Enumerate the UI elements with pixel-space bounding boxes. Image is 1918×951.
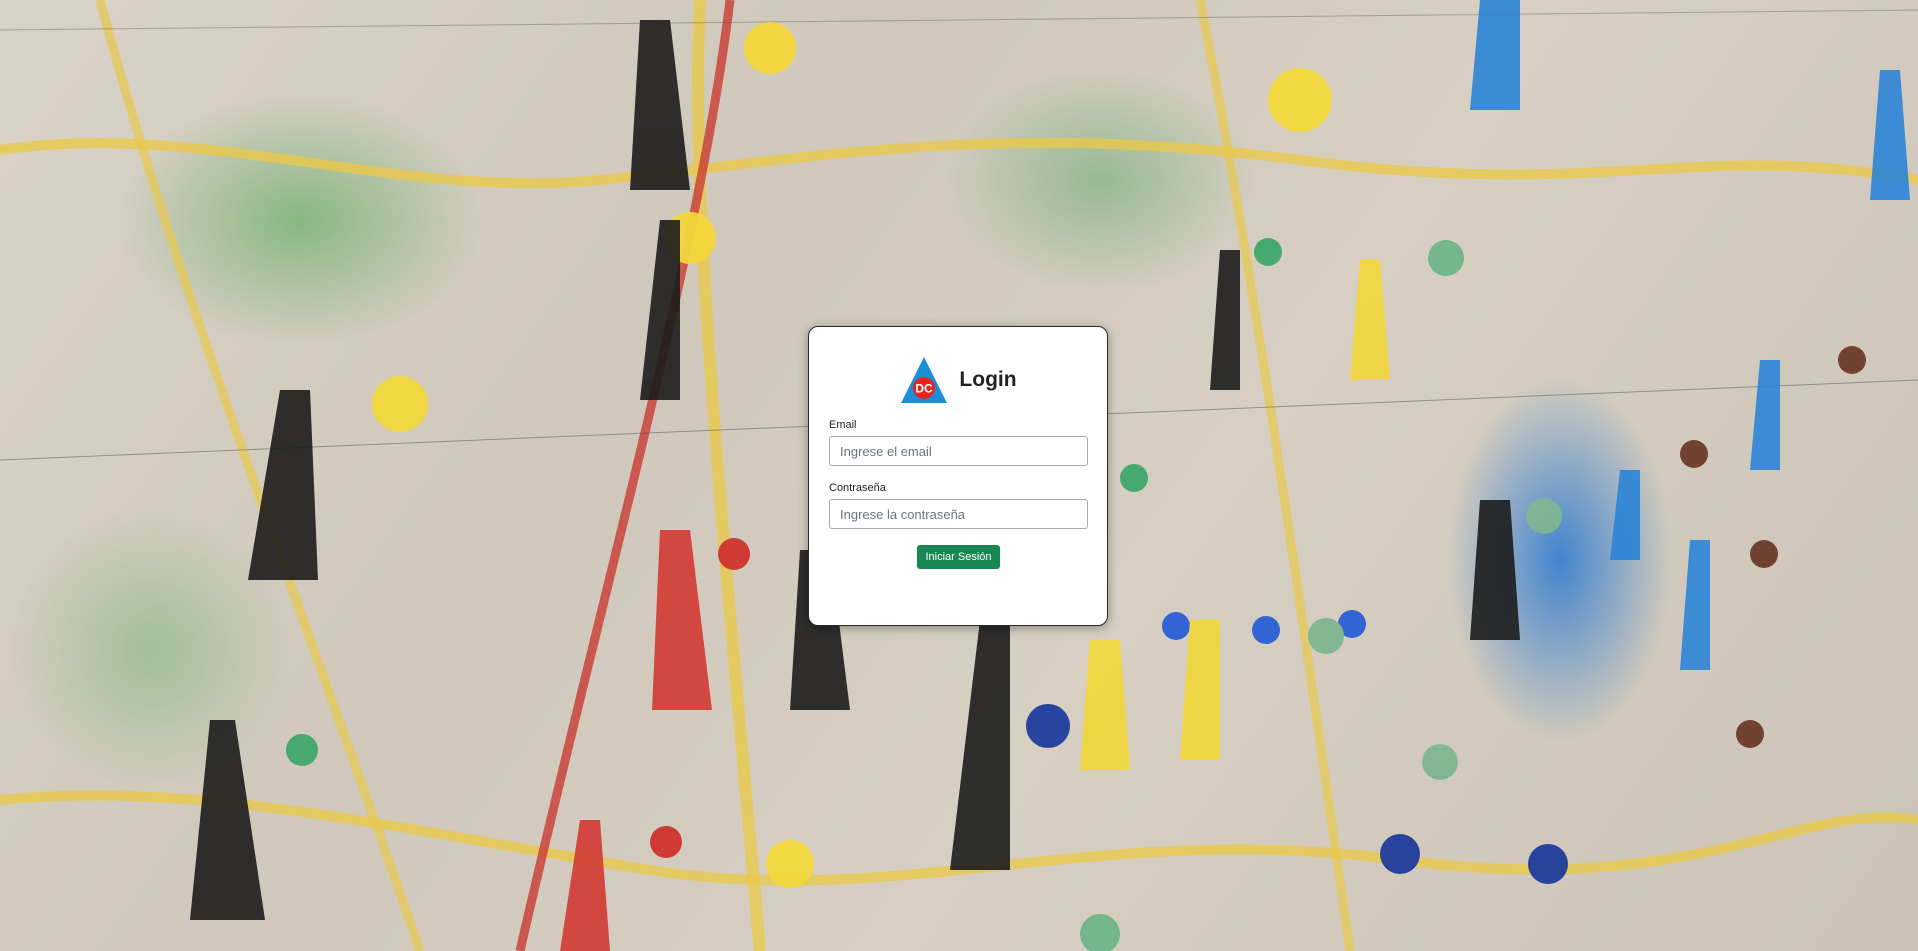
dc-logo-text: DC (916, 382, 934, 396)
login-header: DC Login (809, 355, 1107, 405)
dc-logo-icon: DC (901, 357, 948, 403)
submit-container: Iniciar Sesión (829, 545, 1088, 569)
login-title: Login (959, 368, 1017, 391)
login-submit-button[interactable]: Iniciar Sesión (917, 545, 1000, 569)
password-label: Contraseña (829, 482, 886, 494)
login-modal: DC Login Email Contraseña Iniciar Sesión (808, 326, 1108, 626)
email-label: Email (829, 419, 857, 431)
email-input[interactable] (829, 436, 1088, 466)
login-form: Email Contraseña Iniciar Sesión (829, 419, 1089, 569)
password-input[interactable] (829, 499, 1088, 529)
